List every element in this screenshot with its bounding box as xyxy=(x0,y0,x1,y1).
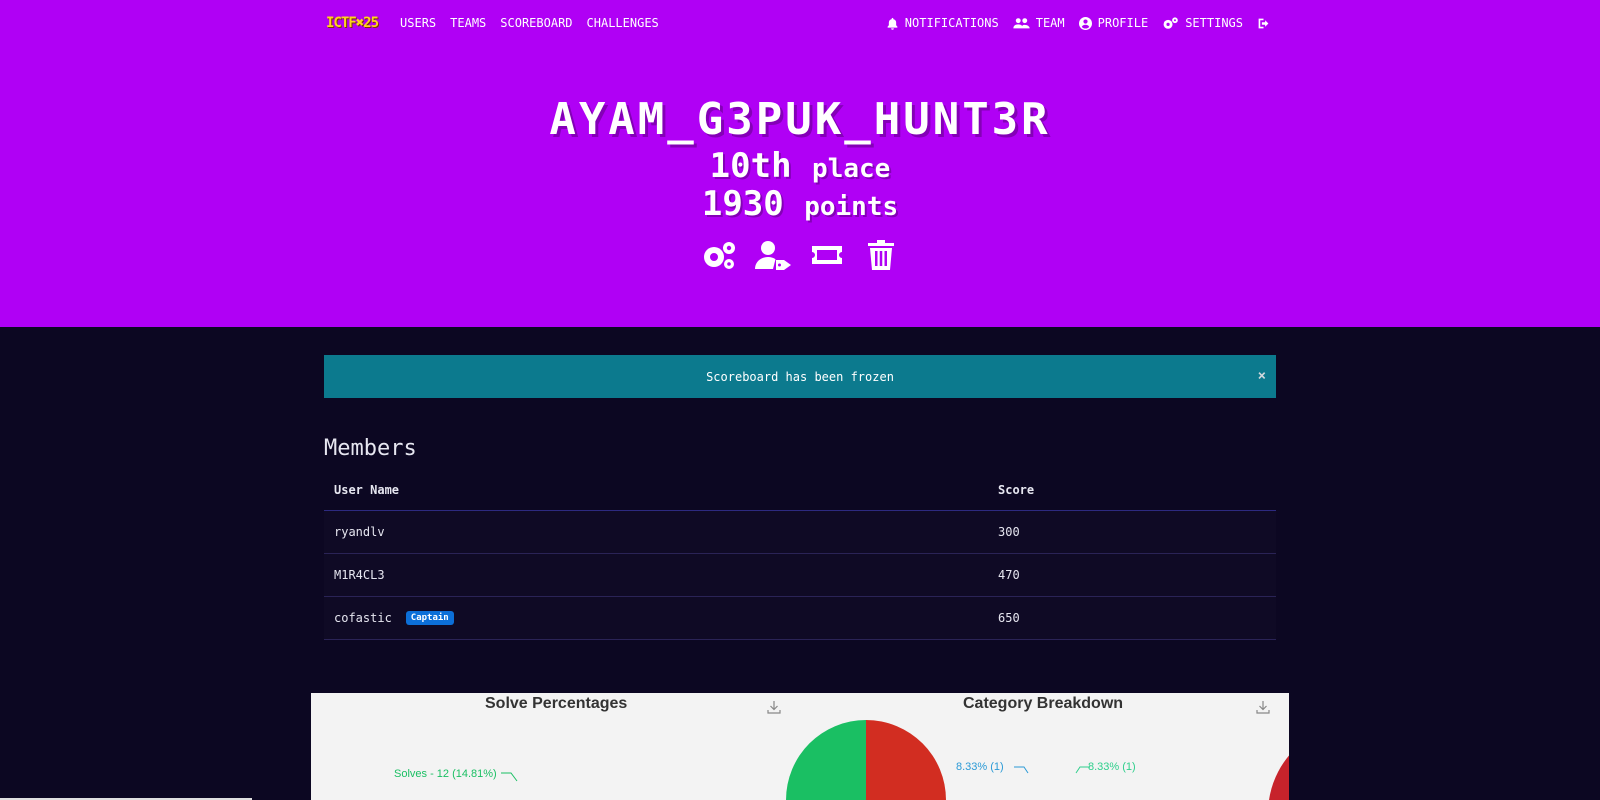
nav-link-teams[interactable]: TEAMS xyxy=(450,16,486,30)
team-place-word: place xyxy=(812,154,891,184)
nav-link-challenges[interactable]: CHALLENGES xyxy=(587,16,659,30)
navbar-inner: ICTF✖25 USERS TEAMS SCOREBOARD CHALLENGE… xyxy=(326,0,1270,46)
alert-message: Scoreboard has been frozen xyxy=(706,369,894,384)
nav-profile[interactable]: PROFILE xyxy=(1078,16,1149,30)
column-header-score: Score xyxy=(998,483,1035,497)
team-place-number: 10th xyxy=(709,146,792,186)
bell-icon xyxy=(887,17,898,30)
member-score: 300 xyxy=(998,525,1020,539)
member-score: 470 xyxy=(998,568,1020,582)
nav-link-scoreboard[interactable]: SCOREBOARD xyxy=(500,16,572,30)
download-icon xyxy=(1256,701,1270,714)
table-header-row: User Name Score xyxy=(324,470,1276,511)
category-annotation-line-left xyxy=(1014,766,1029,774)
team-name: AYAM_G3PUK_HUNT3R xyxy=(549,94,1051,145)
nav-profile-label: PROFILE xyxy=(1097,16,1149,30)
charts-panel: Solve Percentages Solves - 12 (14.81%) C… xyxy=(311,693,1289,800)
member-name-cell: cofastic Captain xyxy=(324,611,998,625)
member-name-cell: M1R4CL3 xyxy=(324,568,998,582)
nav-team[interactable]: TEAM xyxy=(1013,16,1065,30)
logo[interactable]: ICTF✖25 xyxy=(326,15,379,31)
users-icon xyxy=(1013,17,1030,28)
member-name-link[interactable]: ryandlv xyxy=(334,525,385,539)
nav-team-label: TEAM xyxy=(1035,16,1065,30)
user-tag-icon xyxy=(755,241,791,270)
nav-settings-label: SETTINGS xyxy=(1185,16,1243,30)
navbar: ICTF✖25 USERS TEAMS SCOREBOARD CHALLENGE… xyxy=(0,0,1600,46)
category-annotation-left: 8.33% (1) xyxy=(956,761,1004,773)
solve-annotation: Solves - 12 (14.81%) xyxy=(394,768,497,780)
members-heading: Members xyxy=(324,436,417,461)
captain-badge: Captain xyxy=(405,611,454,625)
solve-pie-slice-solves xyxy=(786,720,866,800)
solve-annotation-line xyxy=(501,772,518,782)
team-points-word: points xyxy=(804,192,899,222)
member-name-link[interactable]: M1R4CL3 xyxy=(334,568,385,582)
team-points: 1930 points xyxy=(0,184,1600,224)
table-row: ryandlv 300 xyxy=(324,511,1276,554)
nav-link-users[interactable]: USERS xyxy=(400,16,436,30)
nav-right: NOTIFICATIONS TEAM PROFILE SETTINGS xyxy=(886,16,1270,30)
nav-logout[interactable] xyxy=(1257,17,1270,30)
team-actions xyxy=(0,240,1600,270)
nav-notifications-label: NOTIFICATIONS xyxy=(904,16,999,30)
category-breakdown-title: Category Breakdown xyxy=(963,695,1124,712)
team-header: AYAM_G3PUK_HUNT3R 10th place 1930 points xyxy=(0,46,1600,327)
nav-settings[interactable]: SETTINGS xyxy=(1162,16,1243,30)
sign-out-icon xyxy=(1258,18,1269,28)
table-row: M1R4CL3 470 xyxy=(324,554,1276,597)
category-download-button[interactable] xyxy=(1256,699,1270,714)
team-captain-button[interactable] xyxy=(755,240,791,270)
nav-notifications[interactable]: NOTIFICATIONS xyxy=(886,16,999,30)
category-pie-slice xyxy=(1269,755,1289,800)
member-score: 650 xyxy=(998,611,1020,625)
charts-canvas xyxy=(501,720,1289,800)
team-settings-button[interactable] xyxy=(701,240,737,270)
logo-text[interactable]: ICTF✖25 xyxy=(326,15,379,31)
table-row: cofastic Captain 650 xyxy=(324,597,1276,640)
scoreboard-frozen-alert: Scoreboard has been frozen × xyxy=(324,355,1276,398)
team-place: 10th place xyxy=(0,146,1600,186)
members-table: User Name Score ryandlv 300 M1R4CL3 470 … xyxy=(324,470,1276,640)
category-annotation-right: 8.33% (1) xyxy=(1088,761,1136,773)
member-name-cell: ryandlv xyxy=(324,525,998,539)
gears-icon xyxy=(704,242,735,269)
team-points-number: 1930 xyxy=(701,184,784,224)
team-invite-button[interactable] xyxy=(809,240,845,270)
member-name-link[interactable]: cofastic xyxy=(334,611,392,625)
gears-icon xyxy=(1163,16,1179,29)
team-disband-button[interactable] xyxy=(863,240,899,270)
nav-links: USERS TEAMS SCOREBOARD CHALLENGES xyxy=(400,16,659,30)
ticket-icon xyxy=(812,246,842,264)
column-header-username: User Name xyxy=(334,483,400,497)
trash-icon xyxy=(868,240,894,270)
alert-close-button[interactable]: × xyxy=(1258,368,1266,384)
user-circle-icon xyxy=(1078,16,1092,30)
solve-pie-slice-fails xyxy=(866,720,946,800)
